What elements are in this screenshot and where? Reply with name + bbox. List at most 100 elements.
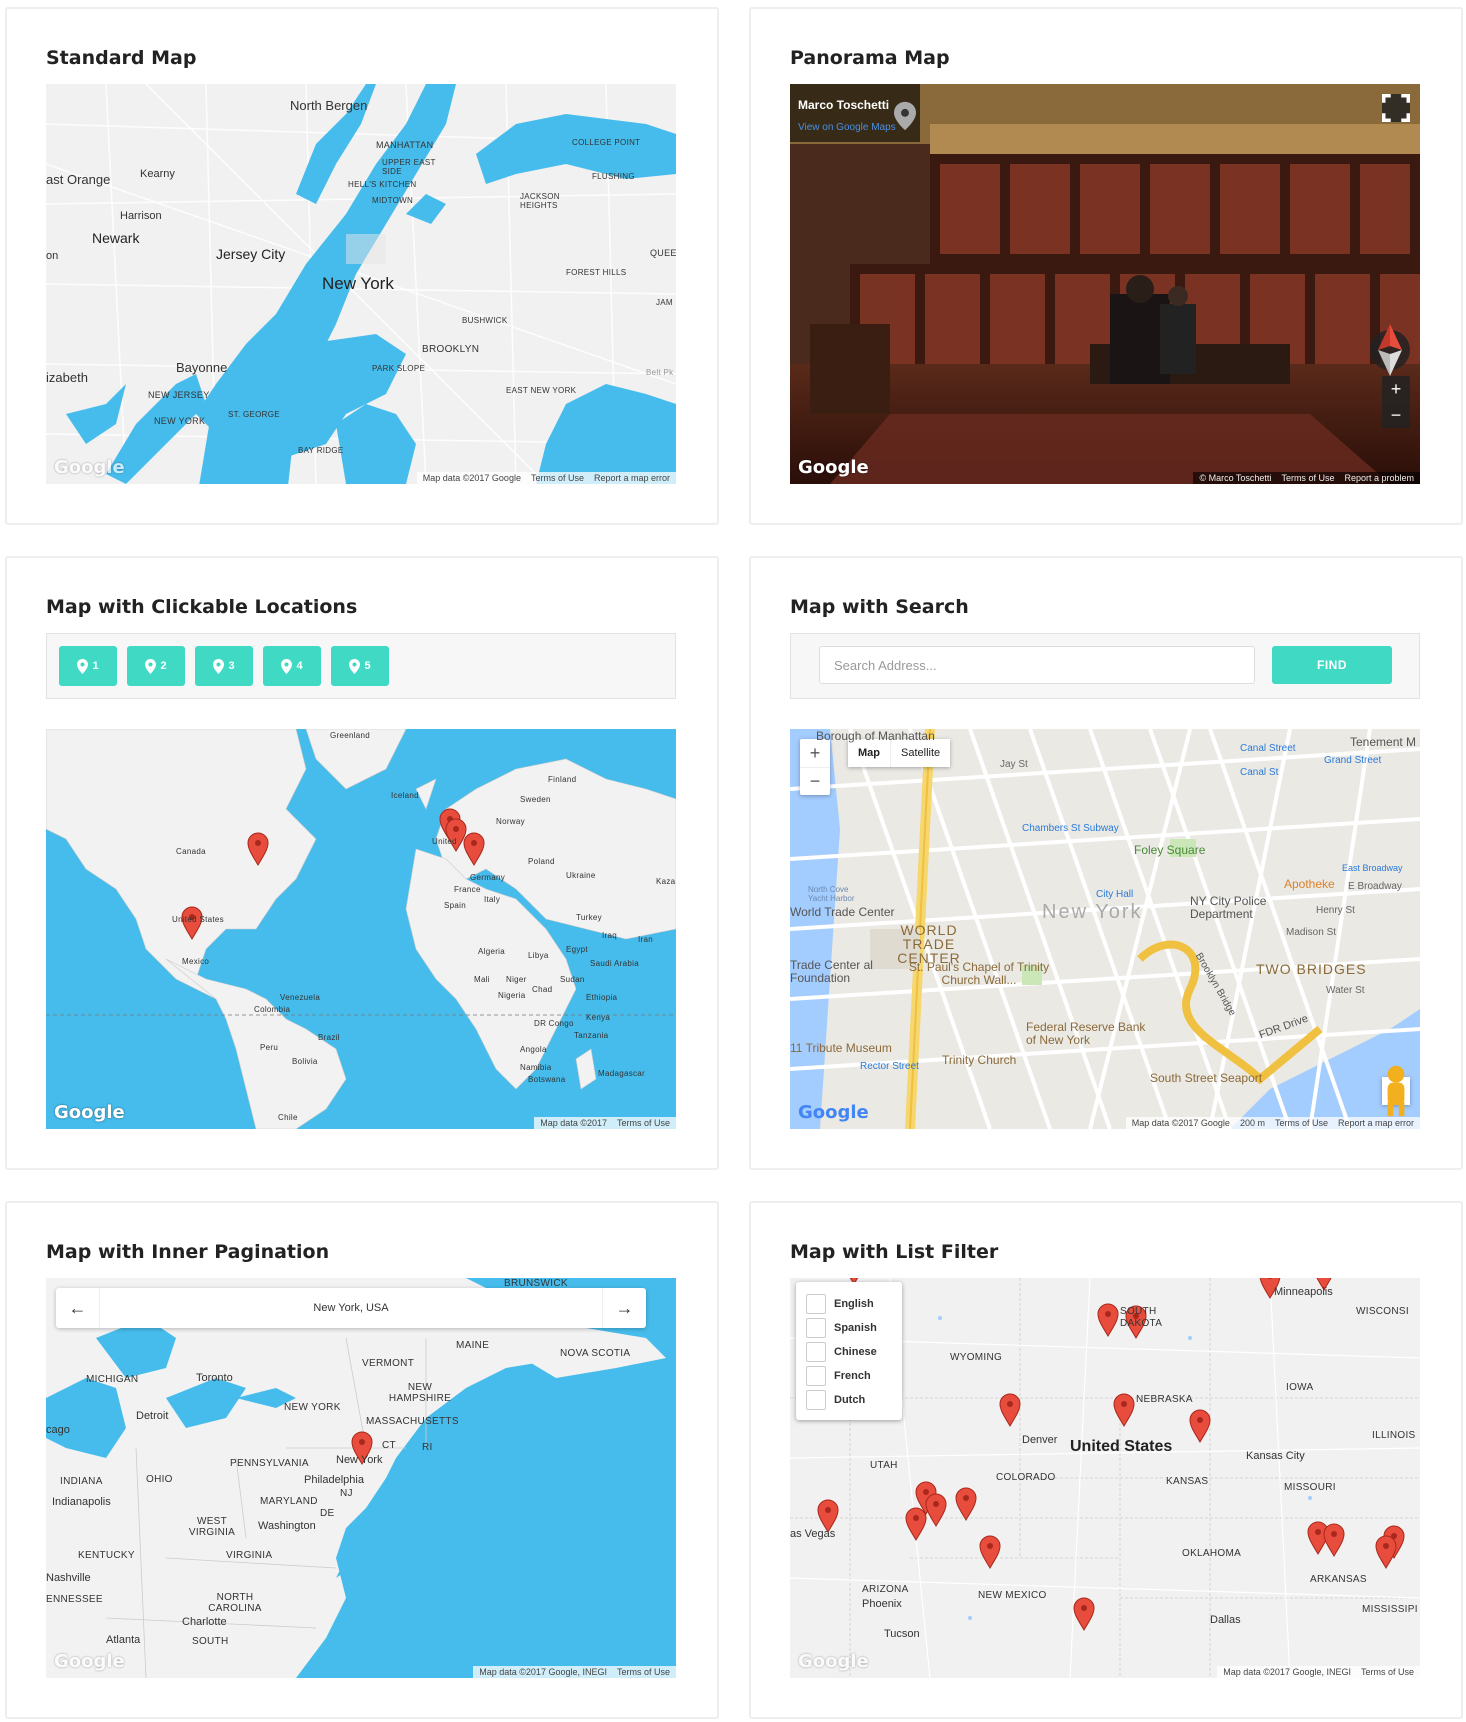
map-type-map[interactable]: Map (848, 739, 890, 767)
map-label: Peru (260, 1043, 279, 1052)
map-label: Water St (1326, 985, 1365, 996)
map-label: Germany (470, 873, 505, 882)
filter-option-english[interactable]: English (796, 1292, 902, 1316)
search-map[interactable]: + − Map Satellite Borough of Manhattan T… (790, 729, 1420, 1129)
map-label: MASSACHUSETTS (366, 1416, 459, 1427)
map-label: Madagascar (598, 1069, 646, 1078)
author-credit: © Marco Toschetti (1199, 473, 1272, 483)
terms-link[interactable]: Terms of Use (531, 473, 584, 483)
search-address-input[interactable] (819, 646, 1255, 684)
map-type-satellite[interactable]: Satellite (890, 739, 950, 767)
map-label: Botswana (528, 1075, 566, 1084)
map-label: East Broadway (1342, 863, 1403, 873)
map-label: North Bergen (290, 98, 368, 113)
location-pin-icon[interactable] (894, 101, 916, 131)
standard-map[interactable]: North Bergen MANHATTAN UPPER EAST SIDE H… (46, 84, 676, 484)
zoom-out-button[interactable]: − (800, 767, 830, 795)
inner-pagination: ← New York, USA → (56, 1288, 646, 1328)
location-button-3[interactable]: 3 (195, 646, 253, 686)
terms-link[interactable]: Terms of Use (1361, 1667, 1414, 1677)
terms-link[interactable]: Terms of Use (1275, 1118, 1328, 1128)
panorama-map-card: Panorama Map Marco Toschetti View on Goo… (749, 7, 1463, 525)
map-label: Poland (528, 857, 555, 866)
checkbox[interactable] (806, 1294, 826, 1314)
map-label: FOREST HILLS (566, 268, 627, 277)
inner-pagination-card: Map with Inner Pagination ← New York, US… (5, 1201, 719, 1719)
map-data-text: Map data ©2017 (540, 1118, 607, 1128)
location-button-2[interactable]: 2 (127, 646, 185, 686)
map-label: Rector Street (860, 1061, 919, 1072)
zoom-out-button[interactable]: − (1382, 402, 1410, 428)
standard-map-card: Standard Map North Bergen MANHATTAN UPPE… (5, 7, 719, 525)
report-link[interactable]: Report a map error (594, 473, 670, 483)
map-label: Spain (444, 901, 466, 910)
map-label: Jersey City (216, 246, 286, 262)
map-label: HELL'S KITCHEN (348, 180, 417, 189)
previous-location-button[interactable]: ← (56, 1288, 100, 1328)
location-button-4[interactable]: 4 (263, 646, 321, 686)
checkbox[interactable] (806, 1318, 826, 1338)
report-link[interactable]: Report a map error (1338, 1118, 1414, 1128)
map-label: BROOKLYN (422, 344, 480, 355)
terms-link[interactable]: Terms of Use (617, 1667, 670, 1677)
zoom-in-button[interactable]: + (800, 739, 830, 767)
location-button-label: 1 (92, 660, 99, 672)
panorama-view[interactable]: Marco Toschetti View on Google Maps + − … (790, 84, 1420, 484)
location-button-label: 4 (296, 660, 303, 672)
terms-link[interactable]: Terms of Use (617, 1118, 670, 1128)
map-label: Canal St (1240, 767, 1279, 778)
map-label: WISCONSI (1356, 1306, 1409, 1317)
map-label: Atlanta (106, 1634, 141, 1646)
checkbox[interactable] (806, 1390, 826, 1410)
location-button-5[interactable]: 5 (331, 646, 389, 686)
google-logo: Google (54, 457, 125, 478)
map-label: JACKSON HEIGHTS (520, 192, 560, 210)
map-label: BUSHWICK (462, 316, 508, 325)
map-label: NEW YORK (154, 416, 206, 426)
map-label: PENNSYLVANIA (230, 1458, 309, 1469)
report-problem-link[interactable]: Report a problem (1344, 473, 1414, 483)
map-label: Venezuela (280, 993, 321, 1002)
next-location-button[interactable]: → (602, 1288, 646, 1328)
view-on-google-maps-link[interactable]: View on Google Maps (798, 122, 896, 133)
filter-map[interactable]: Minneapolis SOUTH DAKOTA WISCONSI WYOMIN… (790, 1278, 1420, 1678)
filter-option-french[interactable]: French (796, 1364, 902, 1388)
map-label: WORLD TRADE CENTER (897, 922, 961, 966)
filter-option-chinese[interactable]: Chinese (796, 1340, 902, 1364)
map-label: Algeria (478, 947, 506, 956)
map-label: UTAH (870, 1460, 898, 1471)
map-canvas (46, 729, 676, 1129)
map-attribution: Map data ©2017 Google, INEGI Terms of Us… (473, 1666, 676, 1678)
map-label: BAY RIDGE (298, 446, 344, 455)
map-label: VERMONT (362, 1358, 415, 1369)
map-label: WEST VIRGINIA (188, 1516, 236, 1538)
zoom-in-button[interactable]: + (1382, 376, 1410, 402)
pegman-icon[interactable] (1382, 1065, 1410, 1117)
map-label: TWO BRIDGES (1256, 961, 1367, 977)
map-label: Kaza (656, 877, 676, 886)
map-label: SOUTH (192, 1636, 229, 1647)
map-label: SOUTH DAKOTA (1120, 1306, 1163, 1329)
google-logo: Google (798, 1651, 869, 1672)
find-button[interactable]: FIND (1272, 646, 1392, 684)
location-button-1[interactable]: 1 (59, 646, 117, 686)
world-map[interactable]: Greenland Iceland Finland Sweden Norway … (46, 729, 676, 1129)
map-label: Namibia (520, 1063, 552, 1072)
compass-icon[interactable] (1370, 324, 1410, 376)
filter-option-spanish[interactable]: Spanish (796, 1316, 902, 1340)
map-type-control: Map Satellite (848, 739, 951, 767)
pagination-map[interactable]: ← New York, USA → MAINE NOVA SCOTIA VERM… (46, 1278, 676, 1678)
checkbox[interactable] (806, 1342, 826, 1362)
map-label: on (46, 250, 59, 262)
panorama-author: Marco Toschetti (798, 98, 890, 112)
checkbox[interactable] (806, 1366, 826, 1386)
terms-link[interactable]: Terms of Use (1281, 473, 1334, 483)
google-logo: Google (798, 457, 869, 478)
card-title: Map with Clickable Locations (46, 596, 358, 618)
fullscreen-icon[interactable] (1382, 94, 1410, 122)
filter-option-dutch[interactable]: Dutch (796, 1388, 902, 1412)
map-label: UPPER EAST SIDE (382, 158, 436, 176)
map-label: Chambers St Subway (1022, 823, 1119, 834)
map-label: NEW MEXICO (978, 1590, 1047, 1601)
map-data-text: Map data ©2017 Google (1131, 1118, 1230, 1128)
